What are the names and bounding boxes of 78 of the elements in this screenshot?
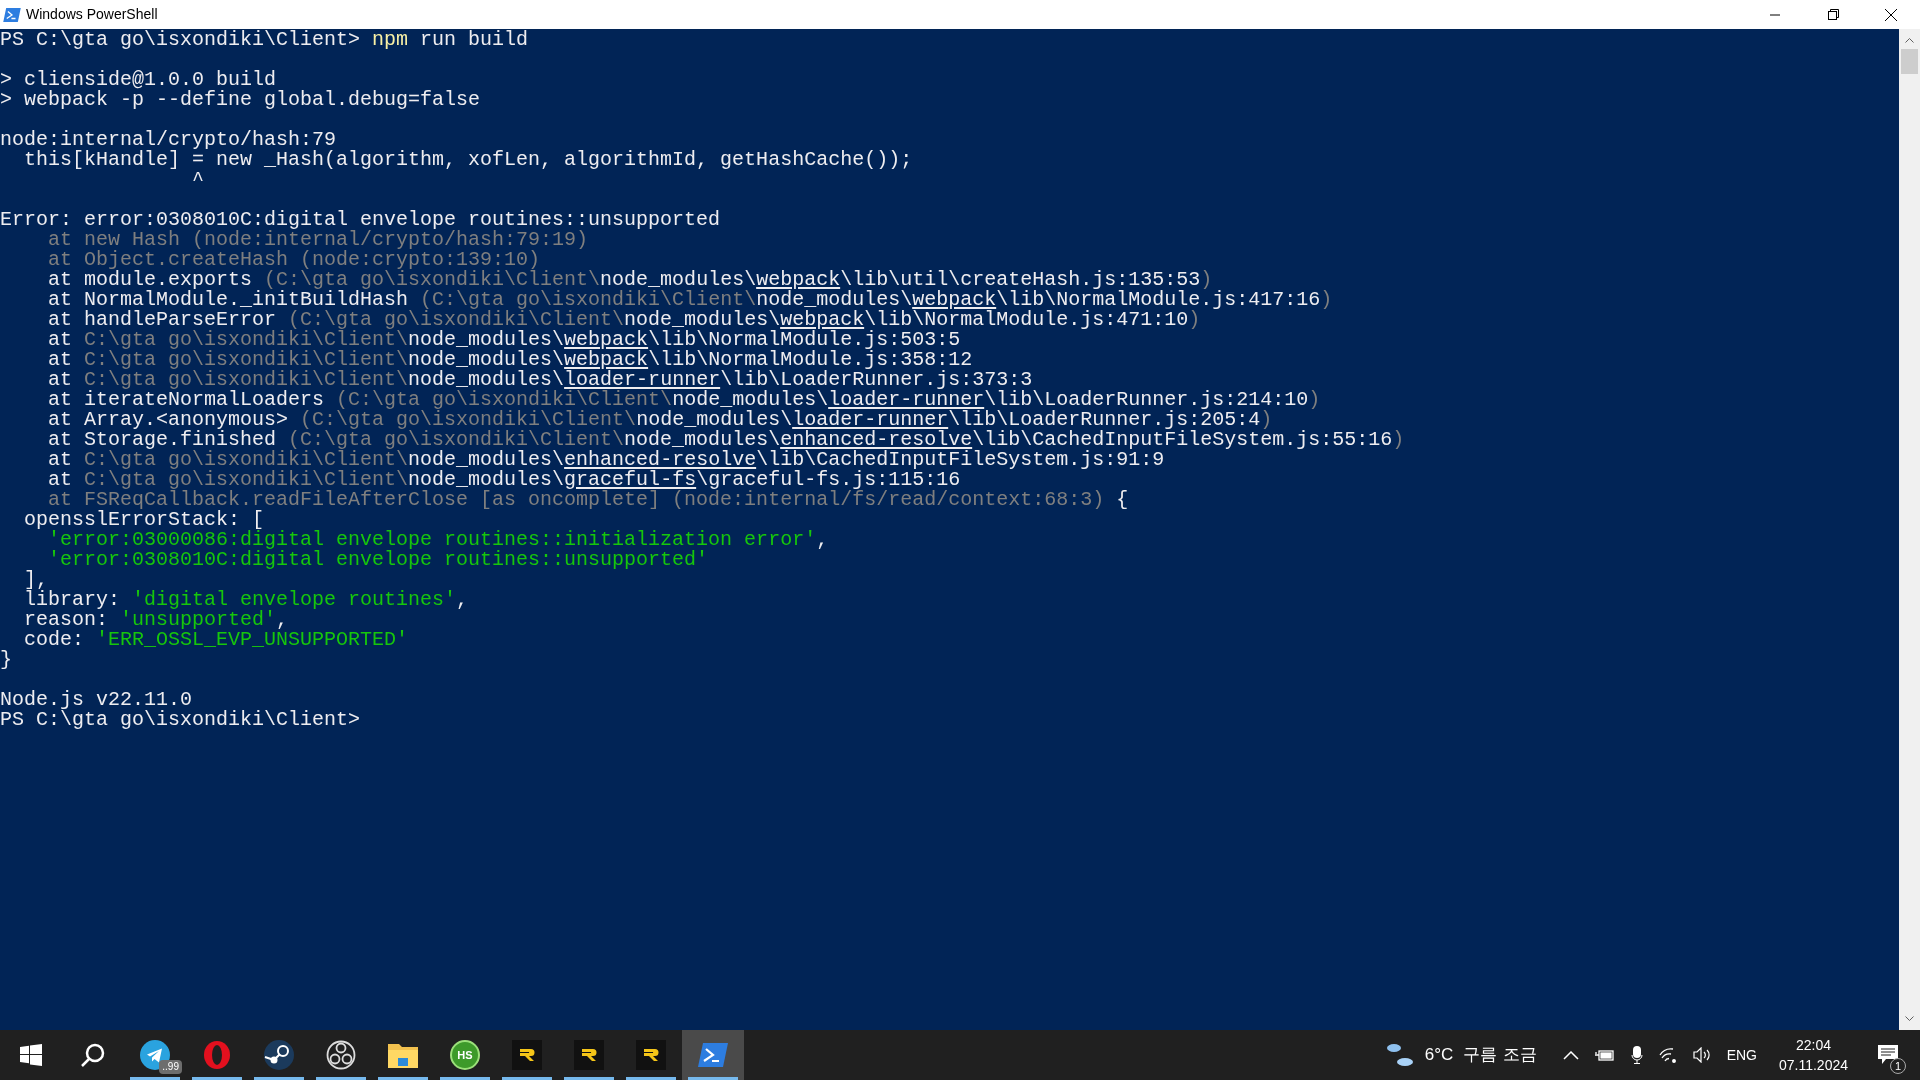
date: 07.11.2024 xyxy=(1778,1056,1848,1075)
windows-logo-icon xyxy=(20,1044,42,1066)
hs-app-icon: HS xyxy=(450,1040,480,1070)
temperature: 6°C xyxy=(1424,1044,1454,1067)
time: 22:04 xyxy=(1795,1036,1831,1055)
terminal-line: PS C:\gta go\isxondiki\Client> xyxy=(0,710,361,730)
chevron-up-icon[interactable] xyxy=(1562,1050,1579,1060)
running-indicator xyxy=(440,1077,490,1080)
notification-count: 1 xyxy=(1890,1058,1906,1074)
unread-badge: ..99 xyxy=(159,1060,182,1074)
running-indicator xyxy=(564,1077,614,1080)
terminal-line: at Array.<anonymous> (C:\gta go\isxondiki\Client\node_modules\loader-runner\lib\LoaderRunner.js:205:4) xyxy=(47,410,1273,430)
running-indicator xyxy=(378,1077,428,1080)
terminal-line: at C:\gta go\isxondiki\Client\node_modules\enhanced-resolve\lib\CachedInputFileSystem.js:91:9 xyxy=(47,450,1165,470)
steam-icon xyxy=(264,1040,294,1070)
terminal-line: at FSReqCallback.readFileAfterClose [as oncomplete] (node:internal/fs/read/context:68:3) { xyxy=(48,490,1129,510)
language-indicator[interactable]: ENG xyxy=(1726,1044,1757,1066)
powershell-icon xyxy=(3,7,21,22)
scrollbar[interactable] xyxy=(1899,29,1920,1030)
terminal-line: at C:\gta go\isxondiki\Client\node_modules\webpack\lib\NormalModule.js:358:12 xyxy=(47,350,973,370)
terminal-line: 'error:03000086:digital envelope routines::initialization error', xyxy=(48,530,829,550)
search-icon xyxy=(80,1042,106,1068)
terminal-line: at iterateNormalLoaders (C:\gta go\isxondiki\Client\node_modules\loader-runner\lib\LoaderRunner.js:214:10) xyxy=(47,390,1321,410)
r-logo-icon xyxy=(574,1040,604,1070)
terminal-line: 'error:0308010C:digital envelope routines::unsupported' xyxy=(47,550,709,570)
running-indicator xyxy=(688,1077,738,1080)
close-icon xyxy=(1885,8,1897,21)
terminal-line: node:internal/crypto/hash:79 xyxy=(0,130,337,150)
microphone-icon[interactable] xyxy=(1630,1046,1643,1064)
terminal-line: at NormalModule._initBuildHash (C:\gta go\isxondiki\Client\node_modules\webpack\lib\NormalModule.js:417:16) xyxy=(47,290,1333,310)
obs-circle-icon xyxy=(326,1040,356,1070)
terminal-line: at C:\gta go\isxondiki\Client\node_modules\loader-runner\lib\LoaderRunner.js:373:3 xyxy=(47,370,1033,390)
window-title: Windows PowerShell xyxy=(26,5,158,24)
notification-button[interactable]: 1 xyxy=(1862,1030,1914,1080)
terminal-line: at Storage.finished (C:\gta go\isxondiki\Client\node_modules\enhanced-resolve\lib\CachedInputFileSystem.js:55:16) xyxy=(47,430,1405,450)
taskbar-button[interactable]: ..99 xyxy=(124,1030,186,1080)
scrollbar-thumb[interactable] xyxy=(1901,49,1918,74)
restore-icon xyxy=(1827,9,1839,20)
terminal-line: this[kHandle] = new _Hash(algorithm, xofLen, algorithmId, getHashCache()); xyxy=(24,150,913,170)
running-indicator xyxy=(502,1077,552,1080)
running-indicator xyxy=(254,1077,304,1080)
terminal-line: ^ xyxy=(191,170,205,190)
terminal-line: reason: 'unsupported', xyxy=(23,610,289,630)
weather-widget[interactable]: 6°C 구름 조금 xyxy=(1376,1030,1545,1080)
folder-icon xyxy=(388,1042,418,1068)
scroll-up-icon xyxy=(1905,37,1914,43)
running-indicator xyxy=(130,1077,180,1080)
scroll-down-icon xyxy=(1905,1016,1914,1022)
wifi-icon[interactable] xyxy=(1658,1047,1677,1063)
r-logo-icon xyxy=(512,1040,542,1070)
terminal-line: at C:\gta go\isxondiki\Client\node_modules\graceful-fs\graceful-fs.js:115:16 xyxy=(47,470,961,490)
r-logo-icon xyxy=(636,1040,666,1070)
powershell-icon xyxy=(698,1043,728,1067)
terminal-line: at new Hash (node:internal/crypto/hash:79:19) xyxy=(47,230,589,250)
terminal-line: library: 'digital envelope routines', xyxy=(23,590,469,610)
terminal-line: > webpack -p --define global.debug=false xyxy=(0,90,481,110)
running-indicator xyxy=(626,1077,676,1080)
terminal-line: Node.js v22.11.0 xyxy=(0,690,193,710)
battery-icon[interactable] xyxy=(1594,1049,1615,1061)
terminal-line: Error: error:0308010C:digital envelope routines::unsupported xyxy=(0,210,721,230)
terminal-line: } xyxy=(0,650,12,670)
terminal-line: at handleParseError (C:\gta go\isxondiki\Client\node_modules\webpack\lib\NormalModule.js:471:10) xyxy=(47,310,1201,330)
running-indicator xyxy=(316,1077,366,1080)
running-indicator xyxy=(192,1077,242,1080)
speaker-icon[interactable] xyxy=(1692,1047,1713,1063)
terminal-line: at Object.createHash (node:crypto:139:10) xyxy=(47,250,541,270)
terminal-line: code: 'ERR_OSSL_EVP_UNSUPPORTED' xyxy=(23,630,409,650)
clock[interactable]: 22:04 07.11.2024 xyxy=(1772,1035,1854,1075)
terminal-line: ], xyxy=(23,570,48,590)
terminal-line: PS C:\gta go\isxondiki\Client> npm run build xyxy=(0,30,529,50)
message-icon xyxy=(1878,1045,1898,1065)
terminal-line: opensslErrorStack: [ xyxy=(23,510,265,530)
taskbar-button[interactable]: HS xyxy=(434,1030,496,1080)
terminal-line: at module.exports (C:\gta go\isxondiki\Client\node_modules\webpack\lib\util\createHash.js:135:53) xyxy=(47,270,1213,290)
terminal-line: at C:\gta go\isxondiki\Client\node_modules\webpack\lib\NormalModule.js:503:5 xyxy=(47,330,961,350)
weather-condition: 구름 조금 xyxy=(1463,1043,1537,1067)
opera-o-icon xyxy=(203,1040,231,1070)
terminal-line: > clienside@1.0.0 build xyxy=(0,70,277,90)
